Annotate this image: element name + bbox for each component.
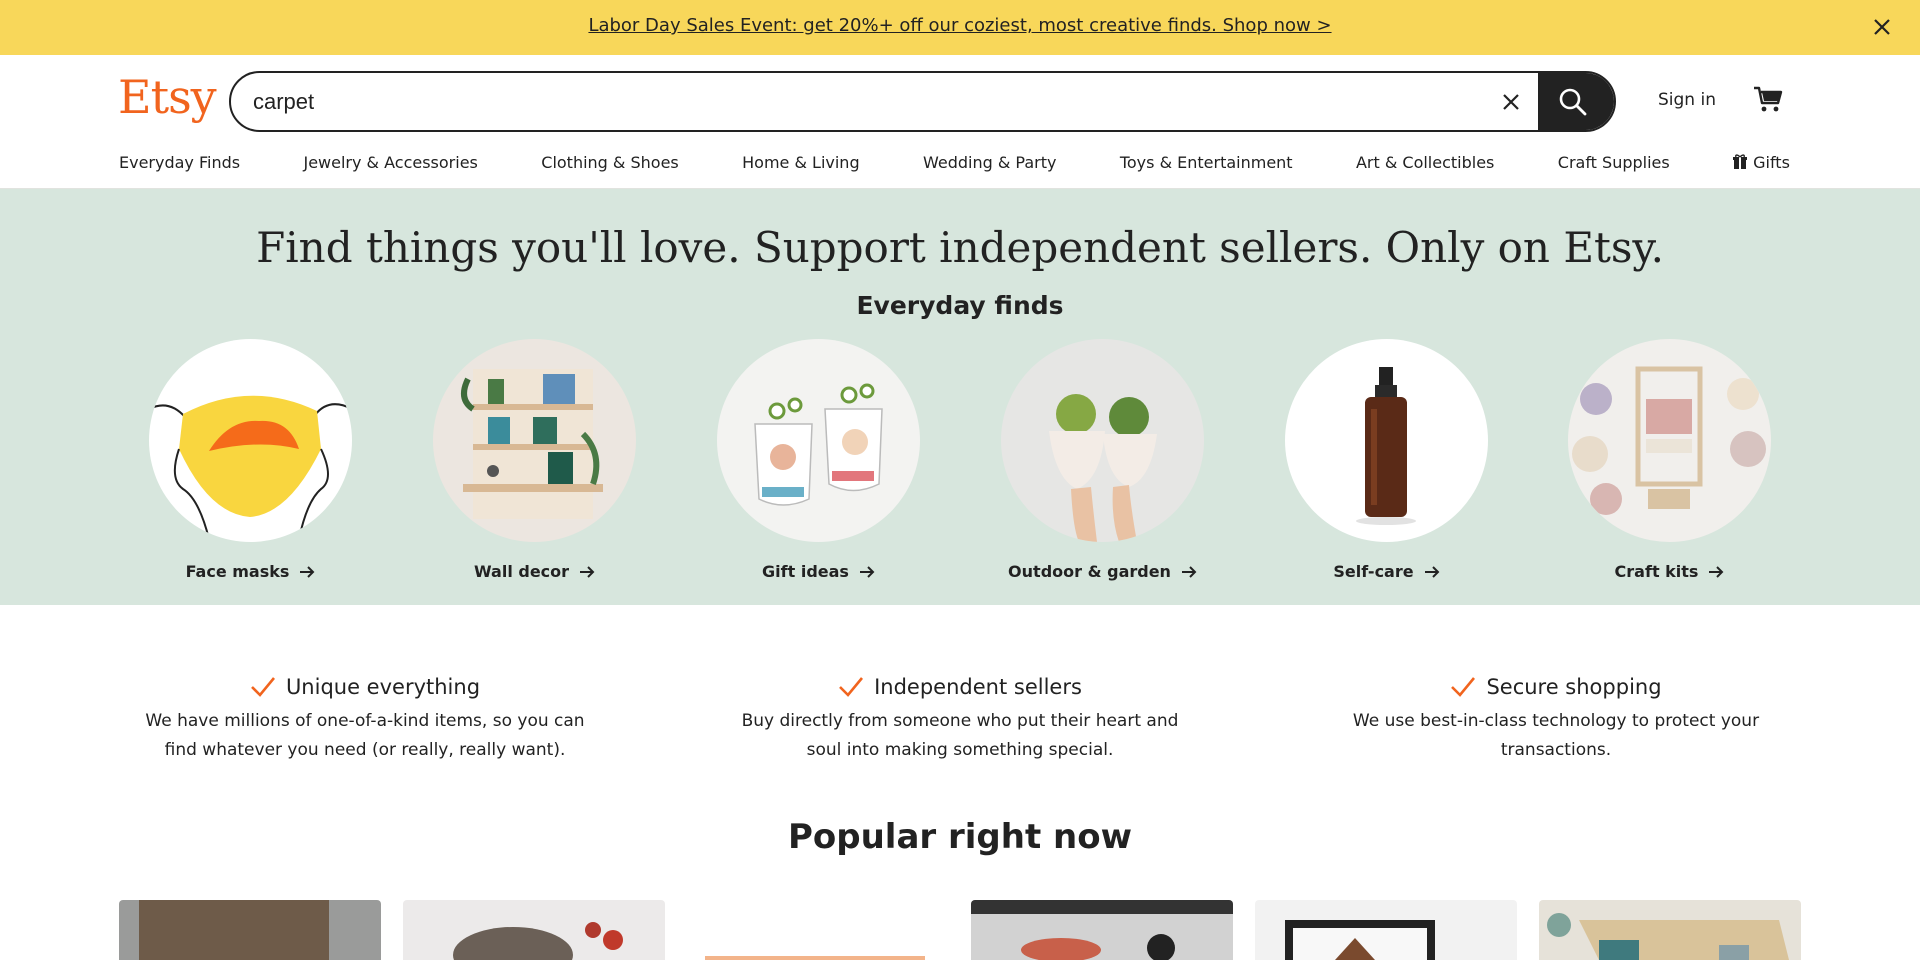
close-icon[interactable]: [1870, 15, 1894, 39]
category-outdoor-garden[interactable]: Outdoor & garden: [1001, 339, 1204, 581]
site-header: Etsy Sign in: [0, 55, 1920, 139]
value-body: Buy directly from someone who put their …: [741, 711, 1179, 760]
hero-title: Find things you'll love. Support indepen…: [256, 223, 1664, 272]
arrow-right-icon: [1424, 566, 1440, 578]
value-body: We use best-in-class technology to prote…: [1352, 711, 1760, 760]
category-label: Outdoor & garden: [1008, 562, 1171, 581]
value-unique: Unique everything We have millions of on…: [145, 675, 585, 765]
promo-banner-link[interactable]: Labor Day Sales Event: get 20%+ off our …: [0, 15, 1920, 36]
value-title: Secure shopping: [1486, 675, 1662, 699]
hero-subtitle: Everyday finds: [856, 291, 1064, 320]
search-button[interactable]: [1538, 73, 1614, 130]
gift-ideas-image: [717, 339, 920, 542]
search-icon: [1559, 88, 1587, 116]
arrow-right-icon: [300, 566, 315, 578]
category-label: Gift ideas: [762, 562, 849, 581]
self-care-image: [1285, 339, 1488, 542]
search-input[interactable]: [253, 73, 1483, 130]
popular-listings: [119, 900, 1801, 960]
hero-section: Find things you'll love. Support indepen…: [0, 189, 1920, 605]
promo-banner: Labor Day Sales Event: get 20%+ off our …: [0, 0, 1920, 55]
face-mask-image: [149, 339, 352, 542]
nav-item-gifts[interactable]: Gifts: [1733, 153, 1790, 172]
category-label: Wall decor: [473, 562, 570, 581]
popular-title: Popular right now: [787, 817, 1133, 857]
craft-kits-image: [1568, 339, 1771, 542]
arrow-right-icon: [859, 566, 875, 578]
value-title: Unique everything: [285, 675, 481, 699]
value-body: We have millions of one-of-a-kind items,…: [145, 711, 585, 760]
value-props: Unique everything We have millions of on…: [0, 605, 1920, 815]
listing-tile[interactable]: [403, 900, 665, 960]
value-independent: Independent sellers Buy directly from so…: [740, 675, 1180, 765]
search-bar: [229, 71, 1616, 132]
check-icon: [839, 677, 864, 697]
category-craft-kits[interactable]: Craft kits: [1568, 339, 1771, 581]
sign-in-link[interactable]: Sign in: [1658, 90, 1716, 110]
arrow-right-icon: [1181, 566, 1197, 578]
nav-item-art[interactable]: Art & Collectibles: [1356, 153, 1494, 172]
listing-tile[interactable]: [1255, 900, 1517, 960]
nav-item-clothing[interactable]: Clothing & Shoes: [541, 153, 678, 172]
category-face-masks[interactable]: Face masks: [149, 339, 352, 581]
nav-item-everyday-finds[interactable]: Everyday Finds: [119, 153, 240, 172]
nav-item-wedding[interactable]: Wedding & Party: [923, 153, 1056, 172]
category-label: Self-care: [1333, 562, 1414, 581]
category-label: Craft kits: [1614, 562, 1699, 581]
check-icon: [251, 677, 275, 697]
nav-item-jewelry[interactable]: Jewelry & Accessories: [303, 153, 477, 172]
nav-item-gifts-label: Gifts: [1753, 153, 1790, 172]
category-gift-ideas[interactable]: Gift ideas: [717, 339, 920, 581]
etsy-logo[interactable]: Etsy: [118, 70, 217, 124]
listing-tile[interactable]: [971, 900, 1233, 960]
wall-decor-image: [433, 339, 636, 542]
listing-tile[interactable]: [687, 900, 949, 960]
outdoor-garden-image: [1001, 339, 1204, 542]
nav-item-home[interactable]: Home & Living: [742, 153, 859, 172]
listing-tile[interactable]: [119, 900, 381, 960]
listing-tile[interactable]: [1539, 900, 1801, 960]
category-self-care[interactable]: Self-care: [1285, 339, 1488, 581]
value-title: Independent sellers: [874, 675, 1082, 699]
cart-icon[interactable]: [1752, 83, 1784, 115]
nav-item-craft-supplies[interactable]: Craft Supplies: [1558, 153, 1670, 172]
gift-icon: [1733, 154, 1748, 169]
arrow-right-icon: [1709, 566, 1724, 578]
clear-search-icon[interactable]: [1499, 90, 1523, 114]
category-wall-decor[interactable]: Wall decor: [433, 339, 636, 581]
nav-item-toys[interactable]: Toys & Entertainment: [1120, 153, 1293, 172]
arrow-right-icon: [580, 566, 595, 578]
value-secure: Secure shopping We use best-in-class tec…: [1336, 675, 1776, 765]
category-label: Face masks: [185, 562, 290, 581]
check-icon: [1451, 677, 1476, 697]
category-nav: Everyday Finds Jewelry & Accessories Clo…: [0, 139, 1920, 189]
